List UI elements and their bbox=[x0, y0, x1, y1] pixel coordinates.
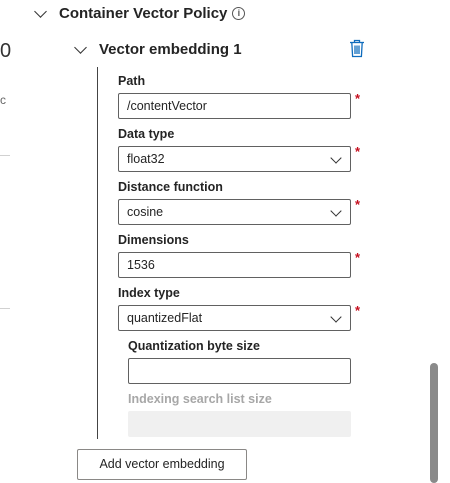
index-type-dropdown[interactable]: quantizedFlat bbox=[118, 305, 351, 331]
data-type-value: float32 bbox=[127, 152, 165, 166]
data-type-dropdown[interactable]: float32 bbox=[118, 146, 351, 172]
chevron-down-icon[interactable] bbox=[34, 4, 47, 18]
nesting-line bbox=[97, 67, 98, 439]
chevron-down-icon[interactable] bbox=[74, 40, 87, 54]
distance-function-value: cosine bbox=[127, 205, 164, 219]
clipped-left-fragment: c bbox=[0, 93, 6, 107]
divider bbox=[0, 308, 10, 309]
chevron-down-icon bbox=[330, 152, 342, 164]
required-marker: * bbox=[355, 250, 361, 265]
required-marker: * bbox=[355, 303, 361, 318]
section-title: Container Vector Policy bbox=[59, 4, 228, 22]
distance-function-dropdown[interactable]: cosine bbox=[118, 199, 351, 225]
dimensions-label: Dimensions bbox=[118, 233, 189, 247]
trash-icon[interactable] bbox=[349, 39, 365, 58]
data-type-label: Data type bbox=[118, 127, 175, 141]
required-marker: * bbox=[355, 197, 361, 212]
chevron-down-icon bbox=[330, 205, 342, 217]
index-type-label: Index type bbox=[118, 286, 180, 300]
chevron-down-icon bbox=[330, 311, 342, 323]
divider bbox=[0, 155, 10, 156]
required-marker: * bbox=[355, 91, 361, 106]
clipped-left-fragment: 0 bbox=[0, 40, 12, 62]
scrollbar-thumb[interactable] bbox=[430, 363, 438, 483]
indexing-search-list-size-label: Indexing search list size bbox=[128, 392, 272, 406]
embedding-title: Vector embedding 1 bbox=[99, 40, 242, 58]
info-icon[interactable]: i bbox=[232, 6, 246, 20]
indexing-search-list-size-input bbox=[128, 411, 351, 437]
dimensions-input[interactable]: 1536 bbox=[118, 252, 351, 278]
quantization-byte-size-label: Quantization byte size bbox=[128, 339, 260, 353]
add-vector-embedding-button[interactable]: Add vector embedding bbox=[77, 449, 247, 480]
quantization-byte-size-input[interactable] bbox=[128, 358, 351, 384]
path-label: Path bbox=[118, 74, 146, 88]
embedding-header[interactable]: Vector embedding 1 bbox=[74, 38, 242, 60]
required-marker: * bbox=[355, 144, 361, 159]
distance-function-label: Distance function bbox=[118, 180, 223, 194]
section-header[interactable]: Container Vector Policy i bbox=[34, 2, 246, 24]
path-input[interactable]: /contentVector bbox=[118, 93, 351, 119]
index-type-value: quantizedFlat bbox=[127, 311, 203, 325]
